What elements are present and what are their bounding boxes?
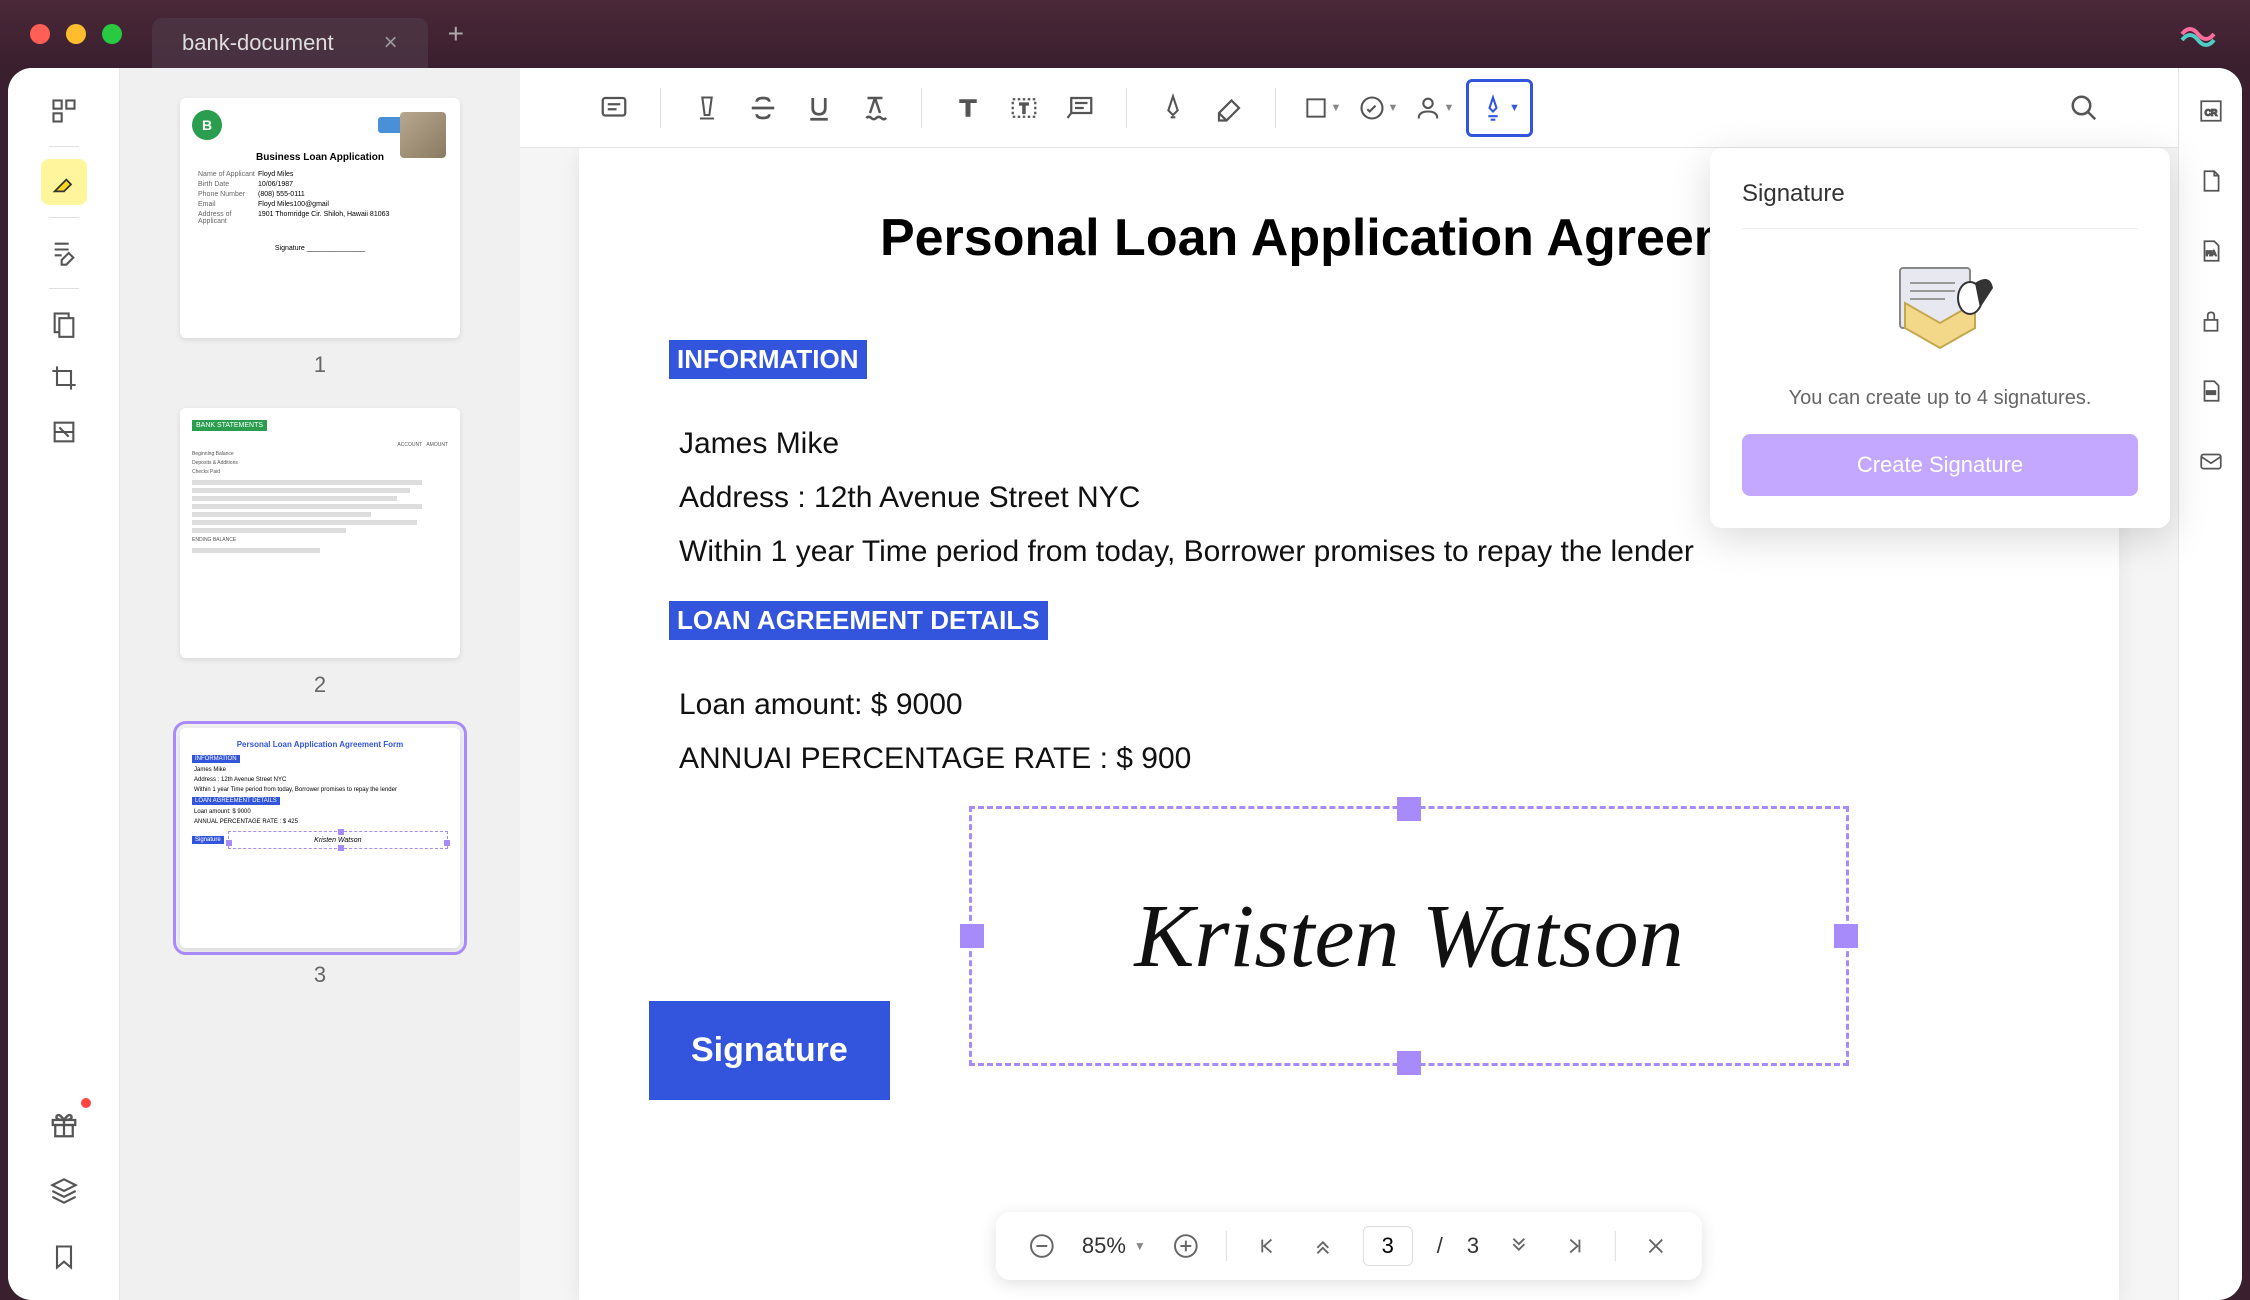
maximize-window-button[interactable] [102,24,122,44]
thumbnail-page-1[interactable]: B Business Loan Application Name of Appl… [180,98,460,338]
next-page-icon[interactable] [1503,1230,1535,1262]
underline-icon[interactable] [795,84,843,132]
thumbnail-panel: B Business Loan Application Name of Appl… [120,68,520,1300]
encrypt-icon[interactable] [2188,298,2234,344]
close-bar-icon[interactable] [1640,1230,1672,1262]
thumbnail-page-2[interactable]: BANK STATEMENTS ACCOUNT AMOUNT Beginning… [180,408,460,658]
thumbnails-icon[interactable] [41,88,87,134]
info-section-label: INFORMATION [669,340,867,379]
tab-close-icon[interactable]: × [384,29,398,57]
svg-text:T: T [1020,101,1029,116]
resize-handle-right[interactable] [1834,924,1858,948]
squiggly-icon[interactable] [851,84,899,132]
thumb3-title: Personal Loan Application Agreement Form [192,740,448,749]
page-total: 3 [1467,1233,1479,1259]
thumb-number: 1 [180,352,460,378]
loan-section-label: LOAN AGREEMENT DETAILS [669,601,1048,640]
shape-tool-icon[interactable]: ▼ [1298,84,1346,132]
scan-tool-icon[interactable] [41,409,87,455]
doc-apr: ANNUAI PERCENTAGE RATE : $ 900 [679,742,2019,776]
gift-icon[interactable] [41,1102,87,1148]
svg-text:F/A: F/A [2205,250,2216,257]
left-tool-rail [8,68,120,1300]
signature-label: Signature [649,1001,890,1100]
new-tab-button[interactable]: + [448,18,464,50]
strikethrough-icon[interactable] [739,84,787,132]
redact-icon[interactable] [2188,368,2234,414]
search-icon[interactable] [2060,84,2108,132]
resize-handle-left[interactable] [960,924,984,948]
annotation-toolbar: T ▼ ▼ ▼ ▼ [520,68,2178,148]
title-bar: bank-document × + [0,0,2250,68]
thumbnail-page-3[interactable]: Personal Loan Application Agreement Form… [180,728,460,948]
highlight-icon[interactable] [683,84,731,132]
crop-tool-icon[interactable] [41,355,87,401]
person-tool-icon[interactable]: ▼ [1410,84,1458,132]
bottom-nav-bar: 85%▼ / 3 [996,1212,1702,1280]
resize-handle-top[interactable] [1397,797,1421,821]
right-tool-rail: CR F/A [2178,68,2242,1300]
ocr-icon[interactable]: CR [2188,88,2234,134]
pen-tool-icon[interactable] [1149,84,1197,132]
signature-tool-icon[interactable]: ▼ [1466,79,1533,137]
last-page-icon[interactable] [1559,1230,1591,1262]
convert-icon[interactable] [2188,158,2234,204]
text-tool-icon[interactable] [944,84,992,132]
app-brand-icon [2180,14,2220,54]
note-tool-icon[interactable] [590,84,638,132]
create-signature-button[interactable]: Create Signature [1742,434,2138,496]
signature-selection-box[interactable]: Kristen Watson [969,806,1849,1066]
signature-image: Kristen Watson [1134,885,1683,988]
zoom-out-icon[interactable] [1026,1230,1058,1262]
signature-popup: Signature You can create up to 4 signatu… [1710,148,2170,528]
edit-tool-icon[interactable] [41,230,87,276]
email-icon[interactable] [2188,438,2234,484]
pdfa-icon[interactable]: F/A [2188,228,2234,274]
svg-text:CR: CR [2204,107,2217,117]
zoom-value[interactable]: 85%▼ [1082,1233,1146,1259]
thumb2-header: BANK STATEMENTS [192,420,267,431]
eraser-tool-icon[interactable] [1205,84,1253,132]
page-tool-icon[interactable] [41,301,87,347]
popup-illustration-icon [1742,253,2138,363]
text-box-icon[interactable]: T [1000,84,1048,132]
zoom-in-icon[interactable] [1170,1230,1202,1262]
thumb-number: 2 [180,672,460,698]
page-number-input[interactable] [1363,1226,1413,1266]
document-tab[interactable]: bank-document × [152,18,428,68]
doc-loan-amount: Loan amount: $ 9000 [679,688,2019,722]
traffic-lights [30,24,122,44]
highlight-tool-icon[interactable] [41,159,87,205]
prev-page-icon[interactable] [1307,1230,1339,1262]
layers-icon[interactable] [41,1168,87,1214]
thumb-number: 3 [180,962,460,988]
resize-handle-bottom[interactable] [1397,1051,1421,1075]
stamp-tool-icon[interactable]: ▼ [1354,84,1402,132]
callout-icon[interactable] [1056,84,1104,132]
bookmark-icon[interactable] [41,1234,87,1280]
close-window-button[interactable] [30,24,50,44]
page-separator: / [1437,1233,1443,1259]
tab-title: bank-document [182,30,334,56]
doc-period: Within 1 year Time period from today, Bo… [679,535,2019,569]
popup-text: You can create up to 4 signatures. [1742,387,2138,410]
minimize-window-button[interactable] [66,24,86,44]
first-page-icon[interactable] [1251,1230,1283,1262]
popup-title: Signature [1742,180,2138,229]
